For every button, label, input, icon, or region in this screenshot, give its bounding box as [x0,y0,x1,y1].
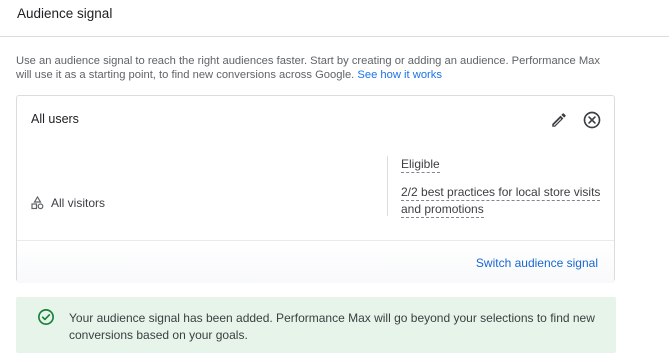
check-circle-icon [38,309,54,325]
see-how-it-works-link[interactable]: See how it works [357,69,442,81]
edit-icon [552,113,566,127]
remove-icon [583,111,601,129]
column-divider [387,156,388,216]
card-footer: Switch audience signal [17,240,614,283]
audience-signal-card: All users All visitors Eligible 2/2 best… [16,95,615,283]
best-practices-link[interactable]: 2/2 best practices for local store visit… [401,185,601,218]
remove-button[interactable] [580,108,604,132]
status-eligible[interactable]: Eligible [401,157,440,173]
signal-status: Eligible 2/2 best practices for local st… [401,157,601,218]
section-header: Audience signal [0,0,669,37]
success-message: Your audience signal has been added. Per… [69,311,595,342]
audience-segment-icon [31,196,44,210]
switch-audience-signal-button[interactable]: Switch audience signal [476,256,598,270]
segment-label: All visitors [51,196,106,210]
success-banner: Your audience signal has been added. Per… [16,297,616,353]
section-title: Audience signal [17,6,113,21]
audience-segment: All visitors [31,196,105,210]
card-title: All users [31,112,79,126]
description: Use an audience signal to reach the righ… [16,54,616,82]
description-text: Use an audience signal to reach the righ… [16,55,600,81]
edit-button[interactable] [547,108,571,132]
